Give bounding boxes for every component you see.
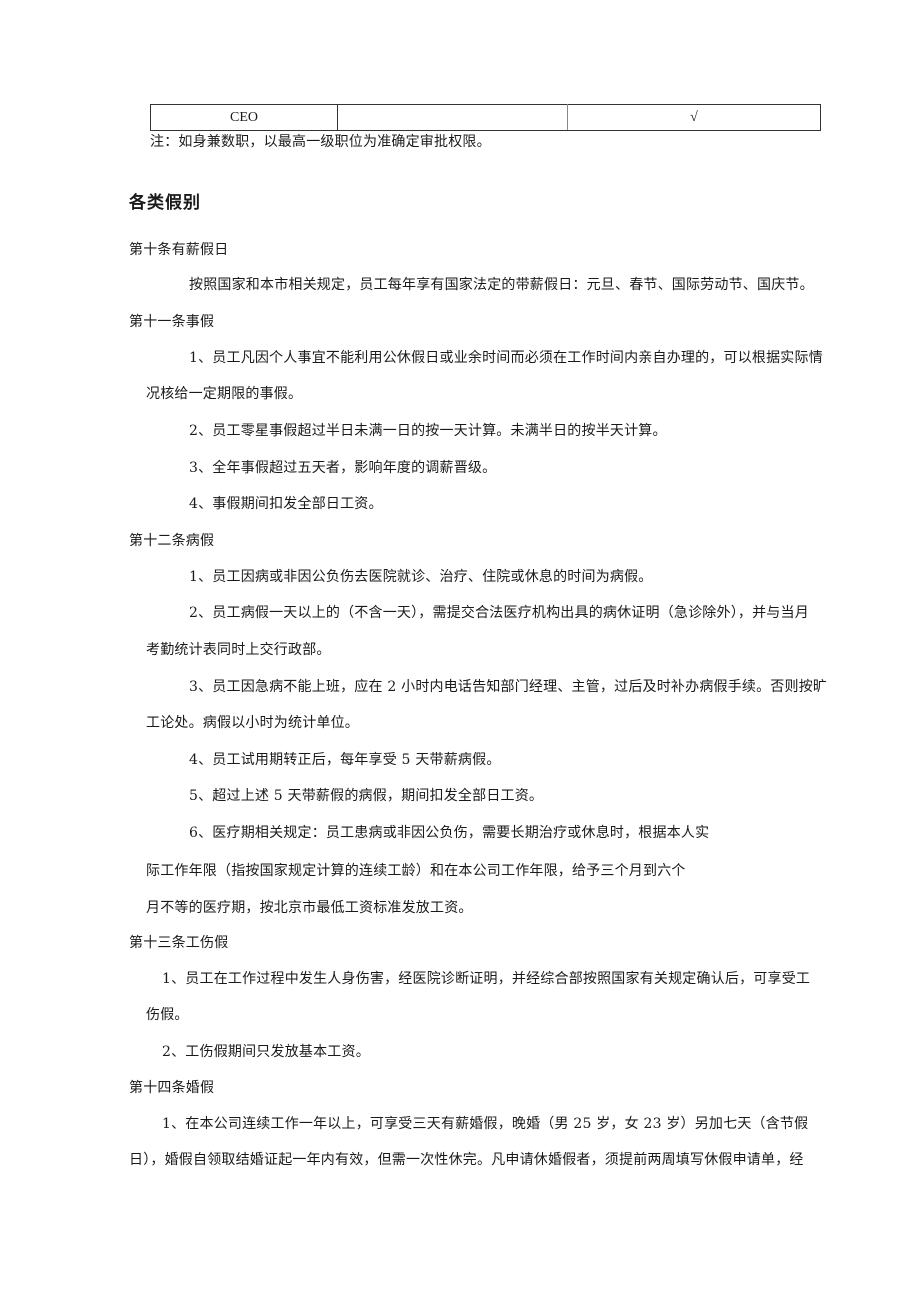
article-title: 第十条有薪假日 (129, 242, 229, 258)
section-title: 各类假别 (129, 193, 201, 213)
table-row: CEO √ (150, 104, 821, 131)
article-title: 第十一条事假 (129, 314, 215, 330)
article-title: 第十三条工伤假 (129, 935, 229, 951)
article-paragraph: 4、员工试用期转正后，每年享受 5 天带薪病假。 (189, 752, 501, 768)
article-paragraph: 伤假。 (146, 1007, 189, 1023)
article-paragraph: 况核给一定期限的事假。 (146, 386, 303, 402)
approval-authority-table: CEO √ (150, 104, 821, 131)
article-paragraph: 1、在本公司连续工作一年以上，可享受三天有薪婚假，晚婚（男 25 岁，女 23 … (162, 1116, 809, 1132)
article-paragraph: 4、事假期间扣发全部日工资。 (189, 496, 383, 512)
table-note: 注：如身兼数职，以最高一级职位为准确定审批权限。 (150, 134, 491, 150)
article-title: 第十四条婚假 (129, 1080, 215, 1096)
article-paragraph: 2、员工病假一天以上的（不含一天），需提交合法医疗机构出具的病休证明（急诊除外）… (189, 605, 809, 621)
article-paragraph: 按照国家和本市相关规定，员工每年享有国家法定的带薪假日：元旦、春节、国际劳动节、… (189, 277, 814, 293)
article-paragraph: 1、员工在工作过程中发生人身伤害，经医院诊断证明，并经综合部按照国家有关规定确认… (162, 971, 811, 987)
article-title: 第十二条病假 (129, 533, 215, 549)
article-paragraph: 3、员工因急病不能上班，应在 2 小时内电话告知部门经理、主管，过后及时补办病假… (189, 679, 828, 695)
article-paragraph: 2、员工零星事假超过半日未满一日的按一天计算。未满半日的按半天计算。 (189, 423, 667, 439)
article-paragraph: 月不等的医疗期，按北京市最低工资标准发放工资。 (146, 900, 473, 916)
article-paragraph: 1、员工因病或非因公负伤去医院就诊、治疗、住院或休息的时间为病假。 (189, 569, 653, 585)
position-cell: CEO (150, 104, 338, 131)
article-paragraph: 工论处。病假以小时为统计单位。 (146, 715, 359, 731)
article-paragraph: 2、工伤假期间只发放基本工资。 (162, 1044, 370, 1060)
approval-cell (337, 104, 568, 131)
article-paragraph: 1、员工凡因个人事宜不能利用公休假日或业余时间而必须在工作时间内亲自办理的，可以… (189, 350, 823, 366)
article-paragraph: 3、全年事假超过五天者，影响年度的调薪晋级。 (189, 460, 497, 476)
article-paragraph: 际工作年限（指按国家规定计算的连续工龄）和在本公司工作年限，给予三个月到六个 (146, 863, 686, 879)
article-paragraph: 考勤统计表同时上交行政部。 (146, 642, 331, 658)
article-paragraph: 日），婚假自领取结婚证起一年内有效，但需一次性休完。凡申请休婚假者，须提前两周填… (129, 1152, 804, 1168)
article-paragraph: 6、医疗期相关规定：员工患病或非因公负伤，需要长期治疗或休息时，根据本人实 (189, 825, 710, 841)
approval-check-cell: √ (567, 104, 821, 131)
article-paragraph: 5、超过上述 5 天带薪假的病假，期间扣发全部日工资。 (189, 788, 544, 804)
